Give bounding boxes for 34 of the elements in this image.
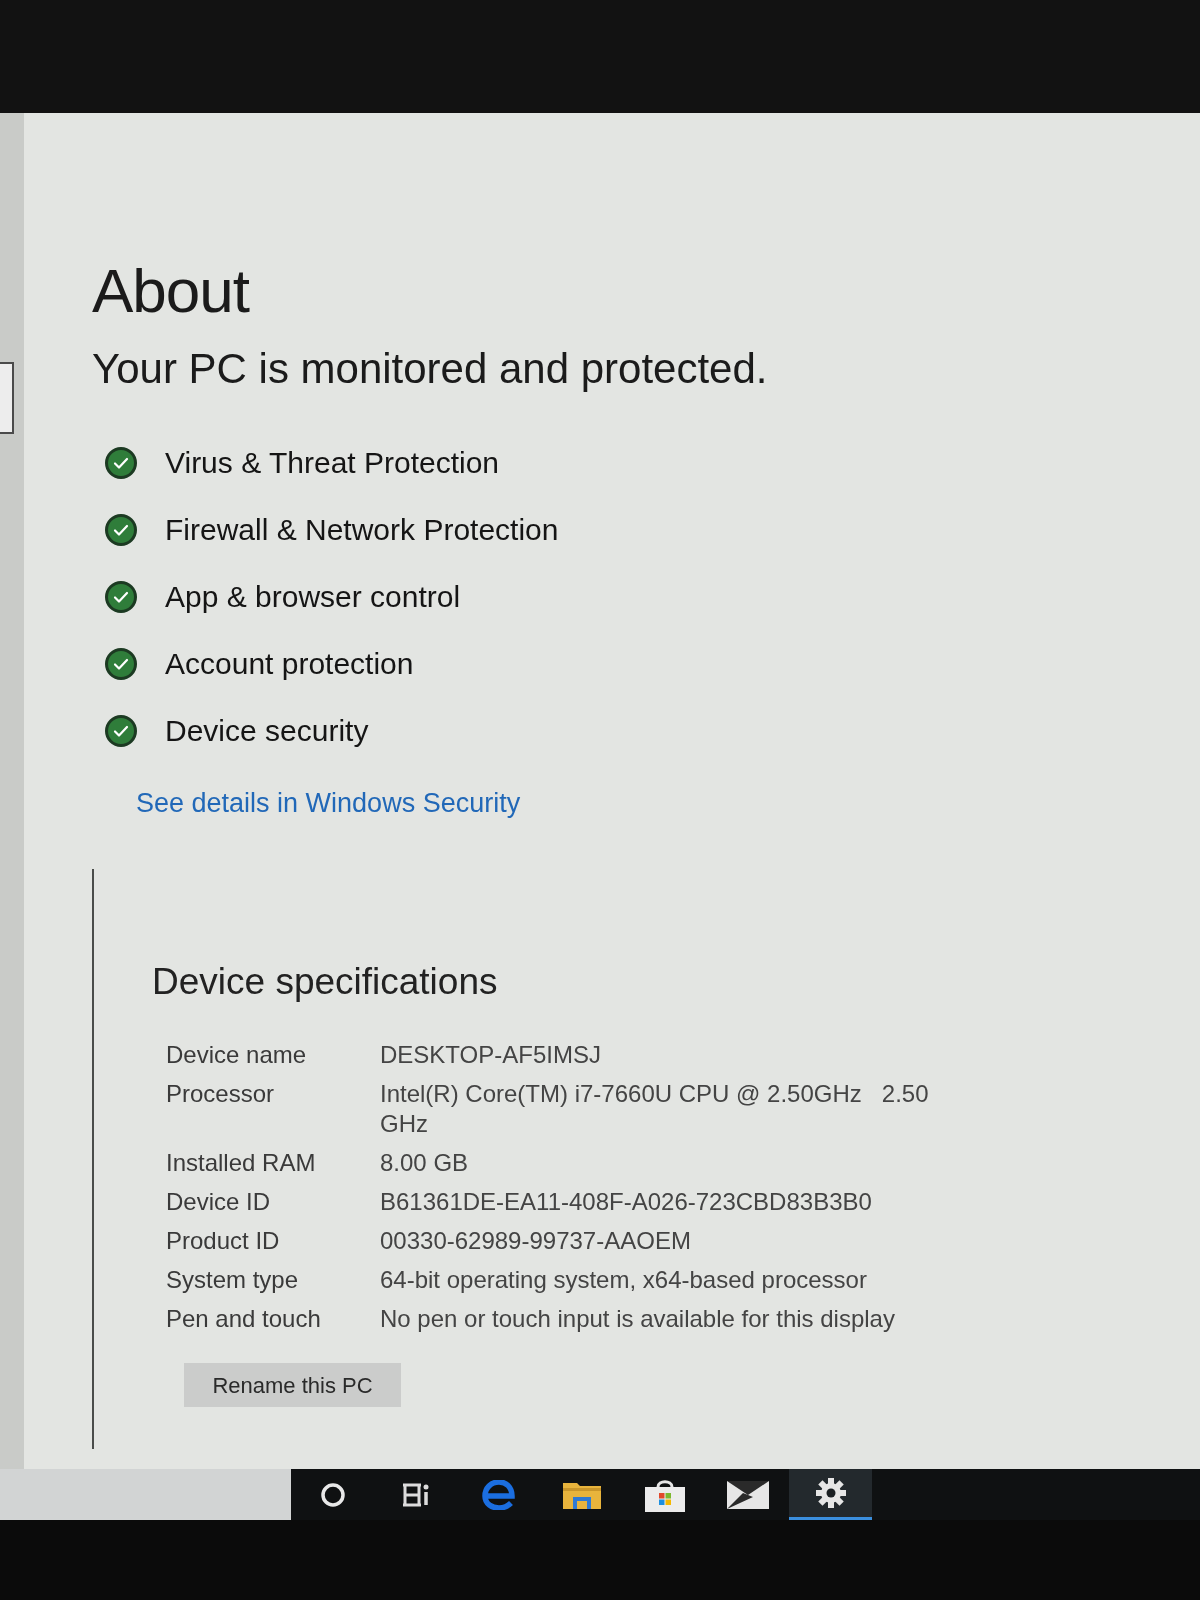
protection-item-label: App & browser control: [165, 582, 461, 612]
protection-item-label: Firewall & Network Protection: [165, 515, 559, 545]
spec-label: Processor: [166, 1079, 276, 1109]
settings-icon: [815, 1478, 846, 1508]
spec-label: Product ID: [166, 1226, 281, 1256]
spec-value: Intel(R) Core(TM) i7-7660U CPU @ 2.50GHz 2.50 GHz: [380, 1079, 930, 1139]
spec-label: Pen and touch: [166, 1304, 322, 1334]
spec-value: 64-bit operating system, x64-based processor: [380, 1265, 868, 1295]
spec-value: DESKTOP-AF5IMSJ: [380, 1040, 602, 1070]
input-field[interactable]: [0, 362, 14, 434]
folder-icon: [562, 1480, 601, 1509]
specifications-heading: Device specifications: [152, 963, 498, 1000]
spec-value: 00330-62989-99737-AAOEM: [380, 1226, 692, 1256]
spec-value: No pen or touch input is available for this display: [380, 1304, 896, 1334]
rename-pc-button[interactable]: Rename this PC: [184, 1363, 401, 1407]
protection-item-label: Account protection: [165, 649, 414, 679]
shopping-bag-icon: [644, 1477, 685, 1512]
search-field[interactable]: [0, 1469, 291, 1520]
spec-value: B61361DE-EA11-408F-A026-723CBD83B3B0: [380, 1187, 873, 1217]
windows-security-link[interactable]: See details in Windows Security: [136, 790, 521, 817]
spec-label: Installed RAM: [166, 1148, 317, 1178]
spec-label: Device ID: [166, 1187, 272, 1217]
ring-icon: [320, 1482, 345, 1507]
spec-label: Device name: [166, 1040, 308, 1070]
frames-icon: [401, 1482, 430, 1507]
e-logo-icon: [481, 1479, 516, 1510]
taskbar-button[interactable]: [789, 1469, 872, 1520]
protection-item-label: Virus & Threat Protection: [165, 448, 500, 478]
page-title: About: [92, 260, 250, 322]
spec-label: System type: [166, 1265, 300, 1295]
envelope-icon: [726, 1480, 769, 1509]
protection-item-label: Device security: [165, 716, 369, 746]
spec-value: 8.00 GB: [380, 1148, 470, 1178]
protection-heading: Your PC is monitored and protected.: [92, 348, 768, 390]
